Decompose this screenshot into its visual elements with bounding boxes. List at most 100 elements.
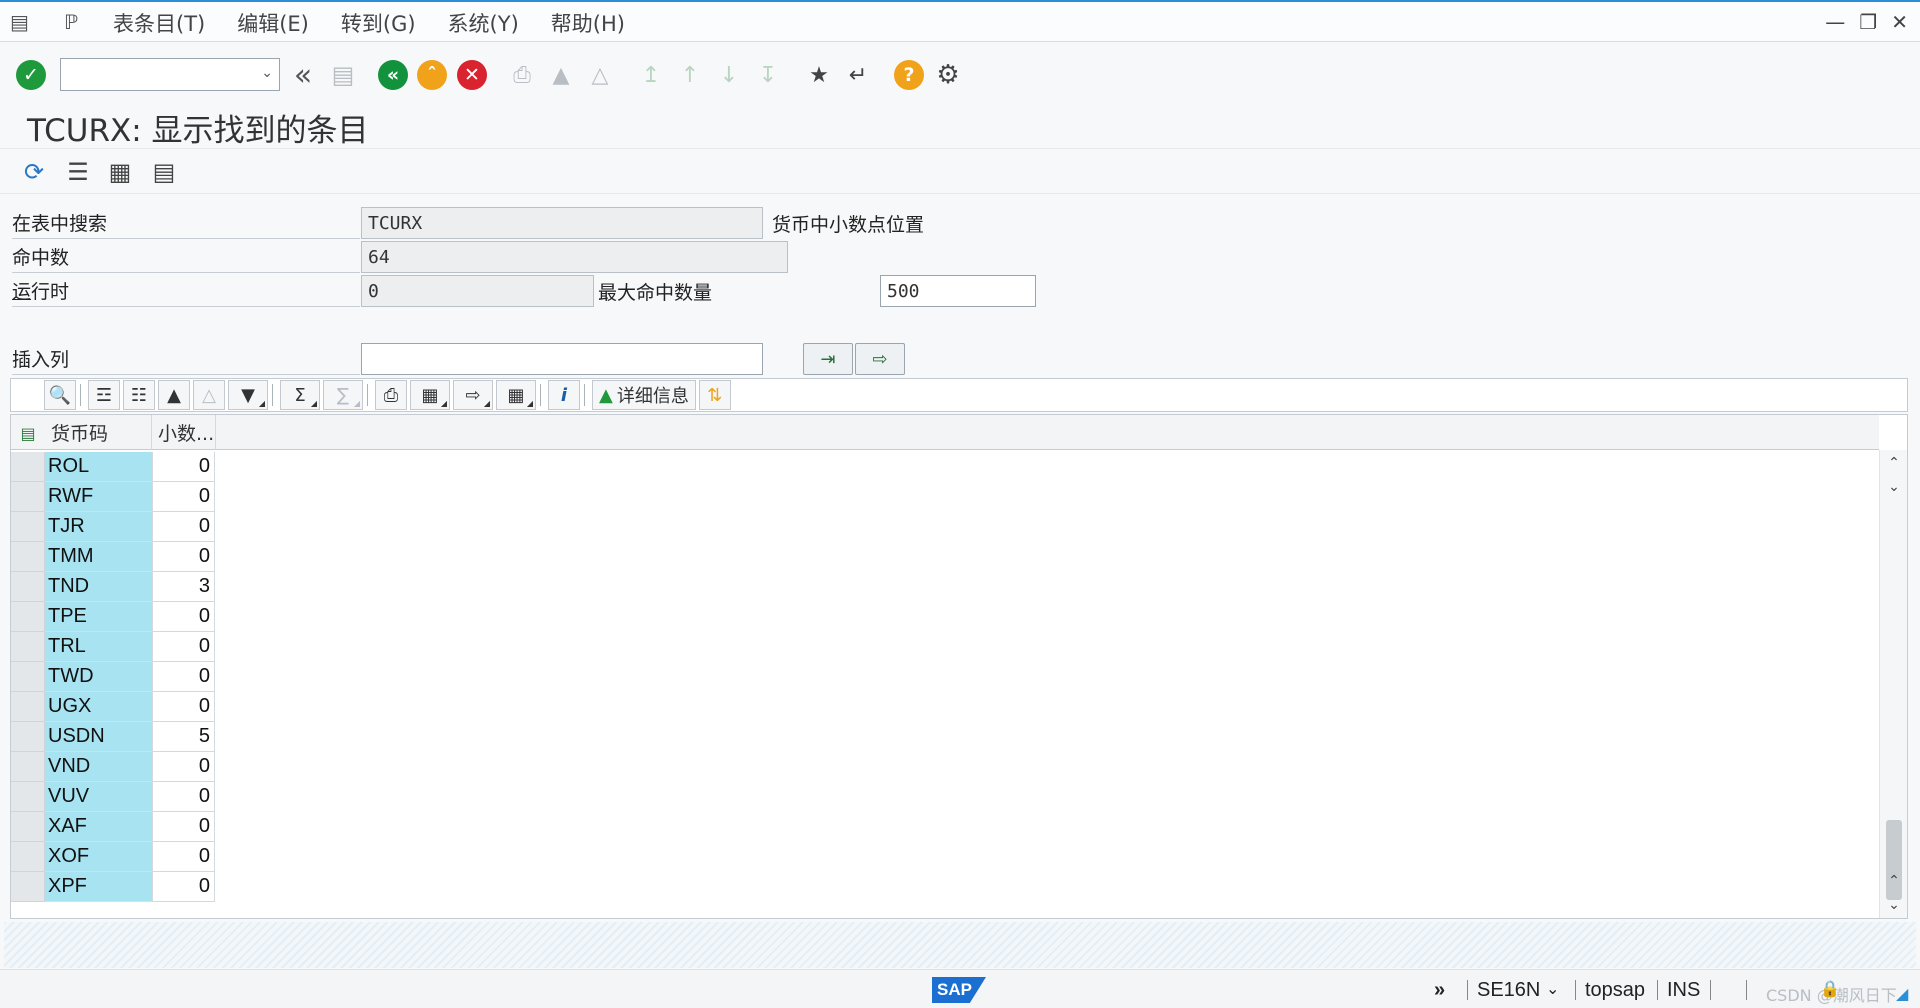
cell-decimals[interactable]: 5: [152, 722, 215, 752]
cell-currency[interactable]: TJR: [45, 512, 152, 542]
find-icon[interactable]: ▲: [544, 58, 578, 92]
exit-icon[interactable]: ˆ: [415, 58, 449, 92]
resize-handle-icon[interactable]: ◢: [1896, 984, 1908, 1004]
table-row[interactable]: XOF 0: [11, 842, 217, 872]
sort-descending-button[interactable]: ☷: [123, 380, 155, 410]
row-selector[interactable]: [11, 872, 45, 902]
table-row[interactable]: XPF 0: [11, 872, 217, 902]
cell-decimals[interactable]: 0: [152, 512, 215, 542]
table-row[interactable]: TND 3: [11, 572, 217, 602]
table-row[interactable]: TWD 0: [11, 662, 217, 692]
sort-ascending-button[interactable]: ☲: [88, 380, 120, 410]
customize-layout-icon[interactable]: ℙ: [64, 10, 78, 34]
menu-table-entry[interactable]: 表条目(T): [113, 8, 205, 38]
cell-currency[interactable]: XAF: [45, 812, 152, 842]
scroll-down-icon[interactable]: ⌄: [1880, 476, 1907, 498]
sum-button[interactable]: Σ ◢: [280, 380, 320, 410]
row-selector[interactable]: [11, 542, 45, 572]
find-next-icon[interactable]: △: [583, 58, 617, 92]
input-mode[interactable]: INS: [1667, 979, 1700, 1002]
details-button[interactable]: ▲ 详细信息: [592, 380, 696, 410]
details-view-button[interactable]: 🔍: [44, 380, 76, 410]
table-row[interactable]: VUV 0: [11, 782, 217, 812]
cell-decimals[interactable]: 0: [152, 752, 215, 782]
new-session-icon[interactable]: ★: [802, 58, 836, 92]
green-back-icon[interactable]: «: [376, 58, 410, 92]
expand-status-icon[interactable]: »: [1434, 979, 1445, 1002]
table-row[interactable]: TPE 0: [11, 602, 217, 632]
menu-system[interactable]: 系统(Y): [448, 8, 519, 38]
export-button[interactable]: ⇨ ◢: [453, 380, 493, 410]
cell-decimals[interactable]: 3: [152, 572, 215, 602]
table-row[interactable]: UGX 0: [11, 692, 217, 722]
print-icon[interactable]: ⎙: [505, 58, 539, 92]
print-preview-button[interactable]: ⎙: [375, 380, 407, 410]
close-icon[interactable]: ✕: [1891, 10, 1908, 34]
cell-currency[interactable]: TRL: [45, 632, 152, 662]
table-row[interactable]: VND 0: [11, 752, 217, 782]
menu-help[interactable]: 帮助(H): [551, 8, 625, 38]
menu-goto[interactable]: 转到(G): [341, 8, 416, 38]
table-row[interactable]: TJR 0: [11, 512, 217, 542]
layout-button[interactable]: ▦ ◢: [496, 380, 536, 410]
transaction-dropdown-icon[interactable]: ⌄: [1546, 979, 1559, 999]
save-icon[interactable]: ▤: [326, 58, 360, 92]
select-layout-icon[interactable]: ▤: [148, 157, 180, 187]
layout-icon[interactable]: ▦: [104, 157, 136, 187]
row-selector[interactable]: [11, 812, 45, 842]
views-button[interactable]: ▦ ◢: [410, 380, 450, 410]
find-next-button[interactable]: △: [193, 380, 225, 410]
row-selector[interactable]: [11, 692, 45, 722]
export-column-button[interactable]: ⇨: [855, 343, 905, 375]
cell-decimals[interactable]: 0: [152, 452, 215, 482]
find-button[interactable]: ▲: [158, 380, 190, 410]
select-all-icon[interactable]: ▤: [13, 419, 43, 447]
vertical-scrollbar[interactable]: ⌃ ⌄ ⌃ ⌄: [1879, 450, 1907, 918]
enter-icon[interactable]: ✓: [14, 58, 48, 92]
shortcut-icon[interactable]: ↵: [841, 58, 875, 92]
cell-currency[interactable]: VUV: [45, 782, 152, 812]
first-page-icon[interactable]: ↥: [634, 58, 668, 92]
cell-currency[interactable]: ROL: [45, 452, 152, 482]
cell-decimals[interactable]: 0: [152, 692, 215, 722]
chevron-down-icon[interactable]: ⌄: [261, 65, 273, 81]
cell-decimals[interactable]: 0: [152, 542, 215, 572]
subtotal-button[interactable]: ∑ ◢: [323, 380, 363, 410]
next-page-icon[interactable]: ↓: [712, 58, 746, 92]
back-icon[interactable]: «: [286, 58, 320, 93]
previous-page-icon[interactable]: ↑: [673, 58, 707, 92]
menu-icon[interactable]: ▤: [10, 10, 29, 34]
cell-currency[interactable]: USDN: [45, 722, 152, 752]
cell-decimals[interactable]: 0: [152, 842, 215, 872]
command-field[interactable]: ⌄: [60, 58, 280, 91]
cell-currency[interactable]: XOF: [45, 842, 152, 872]
cell-currency[interactable]: UGX: [45, 692, 152, 722]
refresh-icon[interactable]: ⟳: [18, 157, 50, 187]
help-icon[interactable]: ?: [892, 58, 926, 92]
cell-decimals[interactable]: 0: [152, 602, 215, 632]
cell-currency[interactable]: VND: [45, 752, 152, 782]
minimize-icon[interactable]: —: [1825, 10, 1845, 34]
filter-button[interactable]: ▼ ◢: [228, 380, 268, 410]
insert-column-input[interactable]: [361, 343, 763, 375]
scroll-page-down-icon[interactable]: ⌄: [1880, 894, 1907, 916]
max-hits-input[interactable]: 500: [880, 275, 1036, 307]
column-header-decimals[interactable]: 小数...: [152, 415, 216, 450]
technical-view-icon[interactable]: ☰: [62, 157, 94, 187]
scroll-up-icon[interactable]: ⌃: [1880, 452, 1907, 474]
table-row[interactable]: RWF 0: [11, 482, 217, 512]
row-selector[interactable]: [11, 782, 45, 812]
cell-currency[interactable]: TND: [45, 572, 152, 602]
row-selector[interactable]: [11, 482, 45, 512]
info-button[interactable]: i: [548, 380, 580, 410]
row-selector[interactable]: [11, 602, 45, 632]
row-selector[interactable]: [11, 752, 45, 782]
cell-currency[interactable]: TMM: [45, 542, 152, 572]
table-row[interactable]: TRL 0: [11, 632, 217, 662]
table-row[interactable]: ROL 0: [11, 452, 217, 482]
cell-decimals[interactable]: 0: [152, 872, 215, 902]
row-selector[interactable]: [11, 452, 45, 482]
row-selector[interactable]: [11, 572, 45, 602]
insert-column-button[interactable]: ⇥: [803, 343, 853, 375]
row-selector[interactable]: [11, 842, 45, 872]
